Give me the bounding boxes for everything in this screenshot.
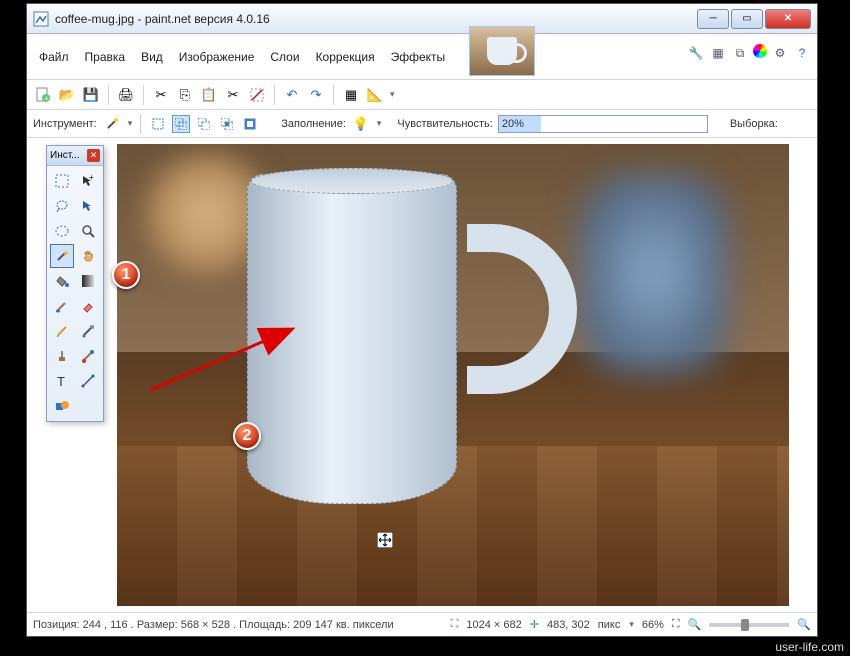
options-toolbar: Инструмент: ▾ Заполнение: 💡▾ Чувствитель… (27, 110, 817, 138)
zoom-tool[interactable] (76, 219, 100, 243)
minimize-button[interactable]: ─ (697, 9, 729, 29)
sensitivity-value: 20% (499, 116, 541, 132)
aux-toolbar: 🔧 ▦ ⧉ . ⚙ ? (687, 44, 811, 62)
ruler-icon[interactable]: 📐 (365, 85, 385, 105)
undo-icon[interactable]: ↶ (282, 85, 302, 105)
selmode-add[interactable] (172, 115, 190, 133)
gradient-tool[interactable] (76, 269, 100, 293)
color-wheel-icon[interactable]: . (753, 44, 767, 58)
menu-image[interactable]: Изображение (171, 46, 263, 68)
menu-edit[interactable]: Правка (77, 46, 134, 68)
tools-panel[interactable]: Инст... ✕ + T (46, 145, 104, 422)
sampling-label: Выборка: (730, 118, 778, 130)
statusbar: Позиция: 244 , 116 . Размер: 568 × 528 .… (27, 612, 817, 636)
instrument-label: Инструмент: (33, 118, 97, 130)
text-tool[interactable]: T (50, 369, 74, 393)
move-tool[interactable] (76, 194, 100, 218)
wand-icon[interactable]: 🔧 (687, 44, 705, 62)
app-icon (33, 11, 49, 27)
pencil-tool[interactable] (50, 319, 74, 343)
status-imgsize: 1024 × 682 (466, 619, 521, 631)
close-button[interactable]: ✕ (765, 9, 811, 29)
save-icon[interactable]: 💾 (81, 85, 101, 105)
selmode-intersect[interactable] (218, 115, 236, 133)
eyedropper-tool[interactable] (76, 319, 100, 343)
ellipse-select-tool[interactable] (50, 219, 74, 243)
brush-tool[interactable] (50, 294, 74, 318)
crop-icon[interactable]: ✂ (223, 85, 243, 105)
menu-layers[interactable]: Слои (262, 46, 307, 68)
gear-icon[interactable]: ⚙ (771, 44, 789, 62)
wand-tool-icon[interactable] (102, 114, 122, 134)
cursor-icon: ✛ (530, 618, 539, 631)
redo-icon[interactable]: ↷ (306, 85, 326, 105)
copy-icon[interactable]: ⎘ (175, 85, 195, 105)
shapes-tool[interactable] (50, 394, 74, 418)
bucket-tool[interactable] (50, 269, 74, 293)
annotation-marker-1: 1 (112, 261, 140, 289)
recolor-tool[interactable] (76, 344, 100, 368)
status-position: Позиция: 244 , 116 . Размер: 568 × 528 .… (33, 619, 394, 631)
main-toolbar: + 📂 💾 🖨 ✂ ⎘ 📋 ✂ ↶ ↷ ▦ 📐 ▾ (27, 80, 817, 110)
menu-adjust[interactable]: Коррекция (308, 46, 383, 68)
selmode-subtract[interactable] (195, 115, 213, 133)
magic-wand-tool[interactable] (50, 244, 74, 268)
tools-title: Инст... (50, 150, 80, 161)
eraser-tool[interactable] (76, 294, 100, 318)
rect-select-tool[interactable] (50, 169, 74, 193)
status-unit[interactable]: пикс (598, 619, 621, 631)
cut-icon[interactable]: ✂ (151, 85, 171, 105)
status-cursor: 483, 302 (547, 619, 590, 631)
annotation-marker-2: 2 (233, 422, 261, 450)
zoom-slider[interactable] (709, 623, 789, 627)
status-zoom[interactable]: 66% (642, 619, 664, 631)
menu-effects[interactable]: Эффекты (383, 46, 454, 68)
open-icon[interactable]: 📂 (57, 85, 77, 105)
zoom-in-icon[interactable]: 🔍 (797, 618, 811, 631)
imgsize-icon: ⛶ (451, 618, 459, 631)
selmode-replace[interactable] (149, 115, 167, 133)
window-title: coffee-mug.jpg - paint.net версия 4.0.16 (55, 12, 695, 26)
move-selection-tool[interactable]: + (76, 169, 100, 193)
help-icon[interactable]: ? (793, 44, 811, 62)
move-cursor-icon (377, 532, 393, 548)
svg-text:+: + (44, 94, 49, 103)
print-icon[interactable]: 🖨 (116, 85, 136, 105)
line-tool[interactable] (76, 369, 100, 393)
svg-text:+: + (89, 174, 94, 182)
watermark: user-life.com (775, 640, 844, 654)
zoom-out-icon[interactable]: 🔍 (688, 618, 702, 631)
empty-slot (76, 394, 100, 418)
paste-icon[interactable]: 📋 (199, 85, 219, 105)
menu-file[interactable]: Файл (31, 46, 77, 68)
new-icon[interactable]: + (33, 85, 53, 105)
clone-tool[interactable] (50, 344, 74, 368)
titlebar[interactable]: coffee-mug.jpg - paint.net версия 4.0.16… (27, 4, 817, 34)
windows-icon[interactable]: ▦ (709, 44, 727, 62)
grid-icon[interactable]: ▦ (341, 85, 361, 105)
annotation-arrow (140, 310, 310, 410)
tools-close-icon[interactable]: ✕ (87, 149, 100, 162)
lasso-tool[interactable] (50, 194, 74, 218)
sensitivity-input[interactable]: 20% (498, 115, 708, 133)
flood-mode-icon[interactable]: 💡 (351, 114, 371, 134)
deselect-icon[interactable] (247, 85, 267, 105)
selmode-xor[interactable] (241, 115, 259, 133)
menubar: Файл Правка Вид Изображение Слои Коррекц… (27, 34, 817, 80)
sensitivity-label: Чувствительность: (397, 118, 492, 130)
fit-icon[interactable]: ⛶ (672, 618, 680, 631)
overlay-icon[interactable]: ⧉ (731, 44, 749, 62)
svg-text:T: T (57, 374, 65, 388)
menu-view[interactable]: Вид (133, 46, 171, 68)
fill-label: Заполнение: (281, 118, 346, 130)
maximize-button[interactable]: ▭ (731, 9, 763, 29)
image-thumbnail[interactable] (469, 26, 535, 76)
pan-tool[interactable] (76, 244, 100, 268)
